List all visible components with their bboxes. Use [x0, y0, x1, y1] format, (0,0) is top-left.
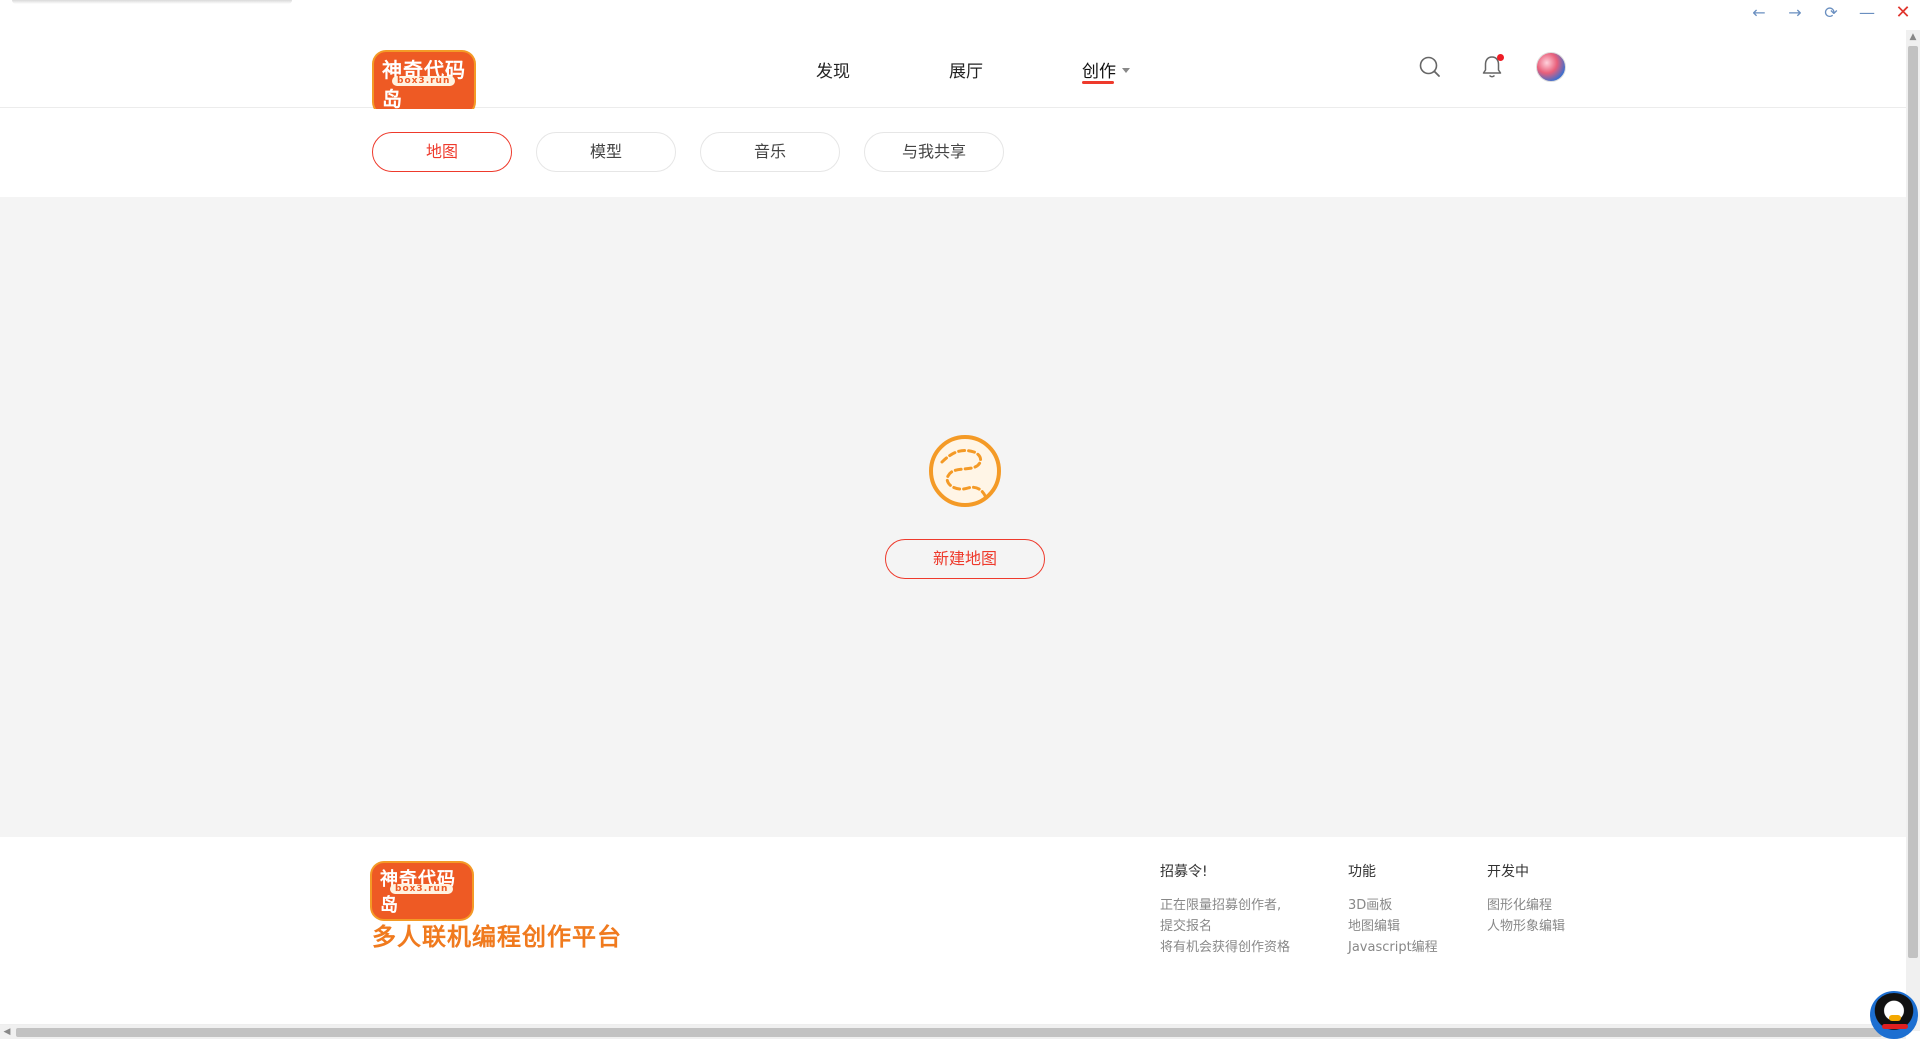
footer-column-in-development: 开发中 图形化编程 人物形象编辑 — [1487, 861, 1565, 937]
main-nav: 发现 展厅 创作 — [0, 30, 1906, 108]
footer-column-features: 功能 3D画板 地图编辑 Javascript编程 — [1348, 861, 1438, 958]
back-arrow-icon[interactable]: ← — [1750, 4, 1768, 22]
window-edge-shadow — [12, 0, 292, 4]
qq-scarf — [1882, 1024, 1908, 1029]
main-content: 新建地图 — [0, 197, 1906, 837]
footer-link[interactable]: 正在限量招募创作者, — [1160, 895, 1290, 916]
footer-link[interactable]: 3D画板 — [1348, 895, 1438, 916]
category-tabs: 地图 模型 音乐 与我共享 — [0, 109, 1906, 197]
forward-arrow-icon[interactable]: → — [1786, 4, 1804, 22]
qq-penguin-icon[interactable] — [1870, 991, 1918, 1039]
footer-link[interactable]: 人物形象编辑 — [1487, 916, 1565, 937]
tab-shared-with-me[interactable]: 与我共享 — [864, 132, 1004, 172]
nav-item-gallery[interactable]: 展厅 — [949, 57, 983, 82]
notifications-button[interactable] — [1480, 54, 1504, 80]
footer-logo-subtext: box3.run — [390, 884, 454, 894]
footer-link[interactable]: 地图编辑 — [1348, 916, 1438, 937]
nav-item-create-label: 创作 — [1082, 62, 1116, 82]
footer-link[interactable]: 图形化编程 — [1487, 895, 1565, 916]
reload-icon[interactable]: ⟳ — [1822, 4, 1840, 22]
search-icon — [1419, 56, 1440, 77]
footer-column-title: 招募令! — [1160, 864, 1208, 880]
tab-map[interactable]: 地图 — [372, 132, 512, 172]
footer-column-title: 开发中 — [1487, 864, 1529, 880]
qq-beak — [1889, 1015, 1901, 1021]
new-map-button[interactable]: 新建地图 — [885, 539, 1045, 579]
notification-badge — [1497, 54, 1504, 61]
vertical-scroll-thumb[interactable] — [1908, 46, 1918, 958]
scroll-left-arrow-icon[interactable]: ◀ — [0, 1025, 14, 1039]
footer-link[interactable]: Javascript编程 — [1348, 937, 1438, 958]
footer-link[interactable]: 提交报名 — [1160, 916, 1290, 937]
nav-item-create[interactable]: 创作 — [1082, 57, 1130, 84]
tab-model[interactable]: 模型 — [536, 132, 676, 172]
search-button[interactable] — [1418, 55, 1442, 79]
footer-column-recruit: 招募令! 正在限量招募创作者, 提交报名 将有机会获得创作资格 — [1160, 861, 1290, 958]
user-avatar[interactable] — [1536, 52, 1566, 82]
top-header: 神奇代码岛 box3.run 发现 展厅 创作 — [0, 30, 1906, 114]
scroll-up-arrow-icon[interactable]: ▲ — [1906, 30, 1920, 44]
horizontal-scrollbar[interactable]: ◀ — [0, 1025, 1906, 1039]
empty-map-icon — [929, 435, 1001, 507]
vertical-scrollbar[interactable]: ▲ — [1906, 30, 1920, 1031]
window-controls: ← → ⟳ — ✕ — [1750, 2, 1912, 24]
footer-slogan: 多人联机编程创作平台 — [372, 923, 622, 951]
chevron-down-icon — [1122, 67, 1130, 73]
minimize-icon[interactable]: — — [1858, 4, 1876, 22]
footer-column-title: 功能 — [1348, 864, 1376, 880]
nav-item-discover[interactable]: 发现 — [816, 57, 850, 82]
nav-active-indicator — [1082, 81, 1114, 84]
footer-link[interactable]: 将有机会获得创作资格 — [1160, 937, 1290, 958]
horizontal-scroll-thumb[interactable] — [16, 1028, 1882, 1037]
footer-logo[interactable]: 神奇代码岛 box3.run — [372, 863, 472, 919]
page-footer: 神奇代码岛 box3.run 多人联机编程创作平台 招募令! 正在限量招募创作者… — [0, 837, 1906, 1025]
tab-music[interactable]: 音乐 — [700, 132, 840, 172]
close-icon[interactable]: ✕ — [1894, 4, 1912, 22]
